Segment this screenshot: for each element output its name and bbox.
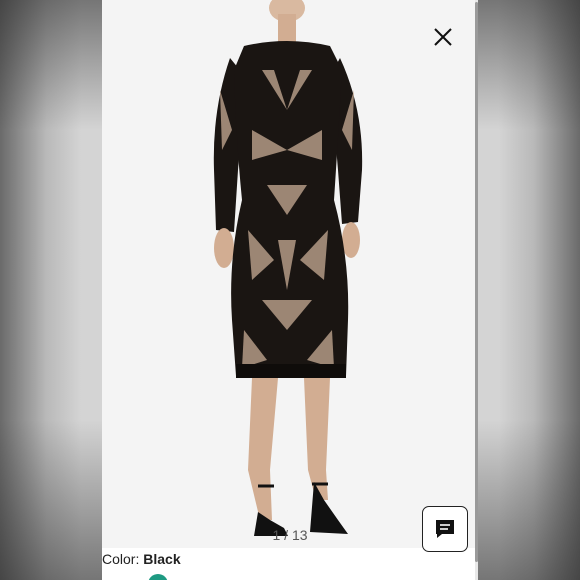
product-photo-viewer: 1 / 13 Color: Black xyxy=(102,0,478,580)
close-button[interactable] xyxy=(430,24,456,50)
product-photo[interactable] xyxy=(102,0,478,548)
color-label: Color: xyxy=(102,551,140,567)
close-icon xyxy=(434,28,452,46)
scrollbar-track[interactable] xyxy=(475,0,478,580)
color-value: Black xyxy=(143,551,181,567)
chat-button[interactable] xyxy=(422,506,468,552)
dress-illustration xyxy=(213,0,363,536)
color-row: Color: Black xyxy=(102,551,181,567)
chat-icon xyxy=(436,520,454,538)
color-swatch[interactable] xyxy=(148,574,168,580)
scrollbar-thumb[interactable] xyxy=(475,2,478,562)
